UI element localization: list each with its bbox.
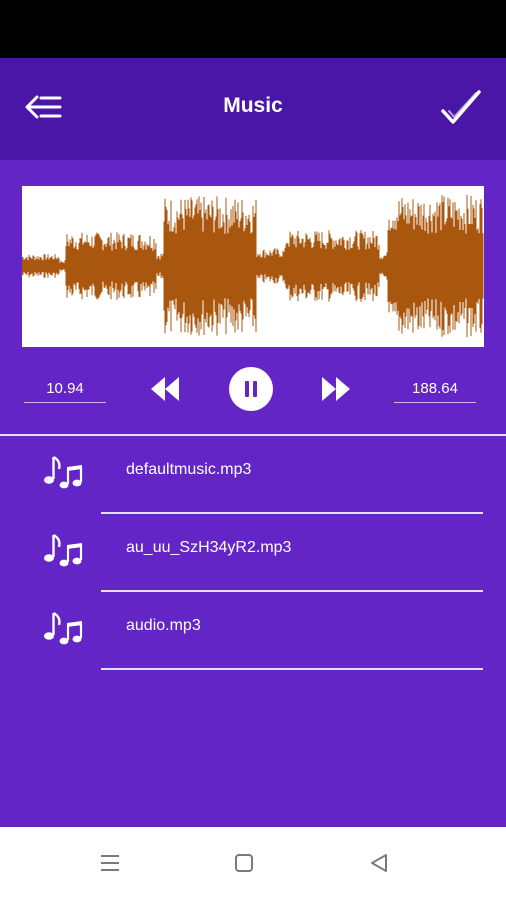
rewind-button[interactable] bbox=[148, 374, 182, 404]
check-icon bbox=[441, 90, 481, 124]
system-nav-bar bbox=[0, 827, 506, 900]
music-notes-icon bbox=[44, 455, 83, 489]
confirm-button[interactable] bbox=[436, 84, 486, 130]
recents-button[interactable] bbox=[92, 845, 128, 881]
page-title: Music bbox=[223, 94, 283, 117]
end-time[interactable]: 188.64 bbox=[394, 380, 476, 403]
back-icon bbox=[371, 854, 387, 872]
track-name: au_uu_SzH34yR2.mp3 bbox=[126, 539, 292, 556]
music-notes-icon bbox=[44, 611, 83, 645]
status-bar bbox=[0, 0, 506, 58]
track-name: audio.mp3 bbox=[126, 617, 201, 634]
waveform-graph bbox=[22, 194, 484, 338]
pause-button[interactable] bbox=[229, 367, 273, 411]
music-notes-icon bbox=[44, 533, 83, 567]
app-bar: Music bbox=[0, 58, 506, 160]
track-item[interactable]: defaultmusic.mp3 bbox=[0, 436, 506, 514]
waveform-path bbox=[22, 194, 484, 338]
start-time[interactable]: 10.94 bbox=[24, 380, 106, 403]
fast-forward-icon bbox=[322, 377, 350, 401]
track-name: defaultmusic.mp3 bbox=[126, 461, 252, 478]
nav-back-button[interactable] bbox=[361, 845, 397, 881]
track-divider bbox=[101, 668, 483, 670]
track-item[interactable]: audio.mp3 bbox=[0, 592, 506, 670]
audio-waveform[interactable] bbox=[22, 186, 484, 347]
track-item[interactable]: au_uu_SzH34yR2.mp3 bbox=[0, 514, 506, 592]
home-button[interactable] bbox=[226, 845, 262, 881]
rewind-icon bbox=[151, 377, 179, 401]
recents-icon bbox=[101, 855, 119, 871]
home-icon bbox=[235, 854, 253, 872]
fast-forward-button[interactable] bbox=[319, 374, 353, 404]
player-content: 10.94 188.64 defaultmusic.mp3 au_uu_SzH3… bbox=[0, 160, 506, 827]
pause-icon bbox=[245, 381, 257, 397]
